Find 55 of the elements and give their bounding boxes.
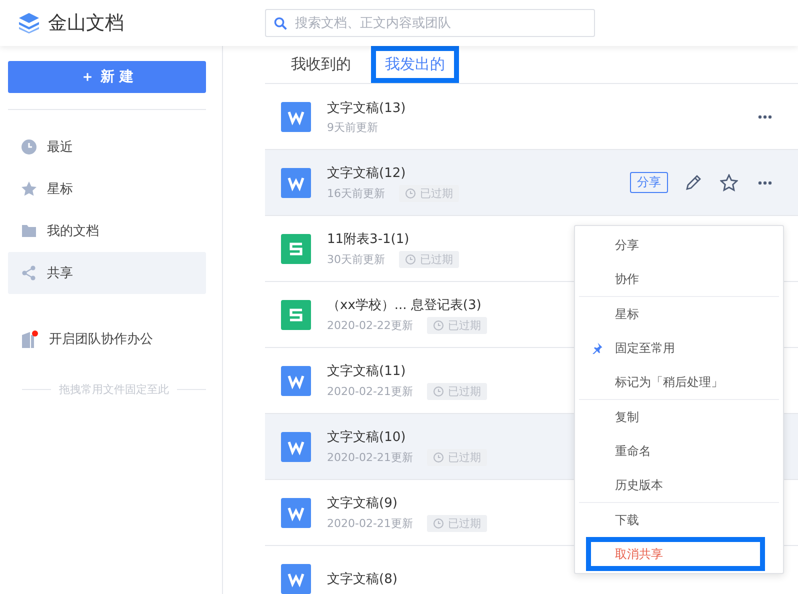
clock-icon: [432, 320, 444, 330]
updated-time: 2020-02-21更新: [327, 384, 413, 398]
file-name: 文字文稿(13): [327, 100, 406, 116]
search-icon: [274, 16, 287, 30]
clock-icon: [432, 518, 444, 528]
clock-icon: [432, 386, 444, 396]
updated-time: 2020-02-21更新: [327, 516, 413, 530]
updated-time: 30天前更新: [327, 252, 385, 266]
more-icon: [758, 114, 772, 118]
menu-item[interactable]: 星标: [579, 297, 779, 331]
document-icon: [281, 102, 311, 132]
sidebar-item[interactable]: 共享: [8, 252, 206, 294]
document-icon: [281, 564, 311, 594]
updated-time: 2020-02-21更新: [327, 450, 413, 464]
share-icon: [21, 265, 37, 281]
document-icon: [281, 498, 311, 528]
folder-icon: [21, 223, 37, 239]
pin-hint: 拖拽常用文件固定至此: [59, 382, 169, 397]
menu-item[interactable]: 分享: [579, 228, 779, 262]
menu-item[interactable]: 下载: [579, 503, 779, 537]
tab[interactable]: 我发出的: [371, 46, 459, 83]
updated-time: 16天前更新: [327, 186, 385, 200]
document-icon: [281, 366, 311, 396]
pin-icon: [591, 342, 603, 354]
file-name: 文字文稿(8): [327, 570, 398, 588]
clock-icon: [405, 188, 416, 198]
menu-item[interactable]: 标记为「稍后处理」: [579, 365, 779, 399]
updated-time: 9天前更新: [327, 120, 378, 134]
document-icon: [281, 432, 311, 462]
file-name: 文字文稿(10): [327, 428, 406, 446]
file-name: 文字文稿(11): [327, 362, 406, 380]
door-icon: [21, 330, 39, 348]
file-name: （xx学校）... 息登记表(3): [327, 296, 482, 314]
clock-icon: [432, 452, 444, 462]
file-name: 文字文稿(9): [327, 494, 398, 512]
sidebar-item[interactable]: 最近: [8, 126, 206, 168]
app-title: 金山文档: [48, 11, 124, 36]
spreadsheet-icon: [281, 234, 311, 264]
star-button[interactable]: [718, 172, 740, 194]
more-icon: [758, 180, 772, 184]
stacked-layers-logo: [18, 12, 40, 34]
team-collaboration-item[interactable]: 开启团队协作办公: [8, 318, 205, 360]
file-name: 11附表3-1(1): [327, 230, 410, 248]
file-name: 文字文稿(12): [327, 164, 406, 182]
sidebar-item[interactable]: 我的文档: [8, 210, 206, 252]
star-icon: [21, 181, 37, 197]
new-button[interactable]: ＋ 新 建: [8, 61, 206, 93]
sidebar-item[interactable]: 星标: [8, 168, 206, 210]
updated-time: 2020-02-22更新: [327, 318, 413, 332]
search-field[interactable]: 搜索文档、正文内容或团队: [265, 9, 595, 37]
document-icon: [281, 168, 311, 198]
clock-icon: [21, 139, 37, 155]
clock-icon: [405, 254, 416, 264]
menu-item[interactable]: 重命名: [579, 434, 779, 468]
spreadsheet-icon: [281, 300, 311, 330]
